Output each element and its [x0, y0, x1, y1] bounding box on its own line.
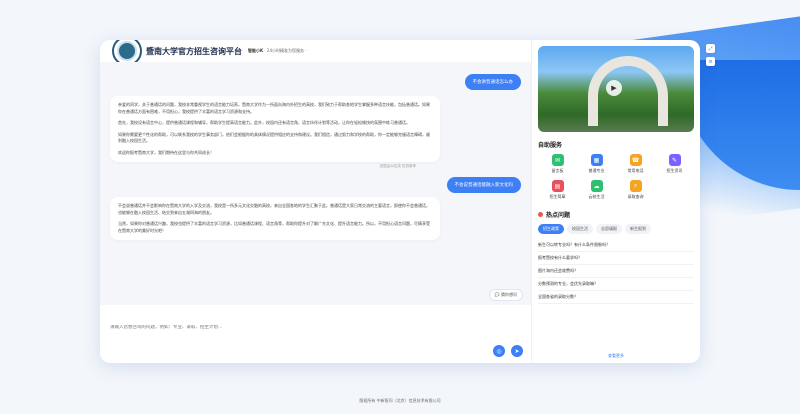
question-list: 新生可以转专业吗？有什么条件限制吗？ 报考暨校有什么要求吗？ 图片海内还会收费吗？分… [538, 239, 694, 304]
bot-message: 亲爱的同学，关于普通话的问题，我校非常重视学生的语言能力培养。暨南大学作为一所面… [110, 96, 440, 162]
chat-header: 暨南大学官方招生咨询平台 智能小K · 24小时精准为您服务 · [100, 40, 531, 66]
chat-icon: ◎ [496, 347, 502, 355]
chat-panel: 暨南大学官方招生咨询平台 智能小K · 24小时精准为您服务 · 不会讲普通话怎… [100, 40, 532, 363]
user-message: 不会讲普通话怎么办 [464, 74, 521, 90]
question-tab[interactable]: 招生政策 [538, 224, 564, 234]
voice-button[interactable]: ◎ [493, 345, 505, 357]
service-label: 留言板 [551, 168, 564, 173]
hot-question-item[interactable]: 全国各省的录取分数？ [538, 291, 694, 304]
service-label: 云校生活 [588, 194, 605, 199]
service-label: 录取查询 [627, 194, 644, 199]
question-tabs: 招生政策 校园生活 志愿填报 新生报到 [538, 224, 694, 234]
service-item[interactable]: ☎ 常用电话 [616, 154, 655, 174]
user-message: 不会说普通话能融入新文化吗 [446, 177, 521, 193]
bot-message: 不会说普通话并不会影响你在暨南大学的入学及交流，我校是一所多元文化交融的高校，来… [110, 197, 440, 240]
edge-buttons: ⤢ ≡ [706, 44, 715, 66]
hot-question-item[interactable]: 新生可以转专业吗？有什么条件限制吗？ [538, 239, 694, 252]
services-title: 自助服务 [538, 142, 563, 149]
more-link[interactable]: 查看更多 [532, 353, 700, 359]
service-item[interactable]: ▤ 招生简章 [538, 180, 577, 200]
hot-question-item[interactable]: 分数预测的专业，会优先录取嘛？ [538, 278, 694, 291]
service-item[interactable]: ⌕ 录取查询 [616, 180, 655, 200]
footer-copyright: 版权所有 中新智问（北京）信息技术有限公司 [359, 398, 441, 403]
campus-life-icon: ☁ [590, 180, 603, 192]
service-label: 普通专业 [588, 168, 605, 173]
app-window: 暨南大学官方招生咨询平台 智能小K · 24小时精准为您服务 · 不会讲普通话怎… [100, 40, 700, 363]
campus-video[interactable]: ▶ [538, 46, 694, 132]
hot-question-item[interactable]: 报考暨校有什么要求吗？ [538, 252, 694, 265]
send-icon: ➤ [514, 347, 520, 355]
service-label: 招生简章 [549, 194, 566, 199]
campus-gate-image [588, 56, 668, 126]
suggested-questions-button[interactable]: 💬 猜你想问 [488, 289, 523, 301]
phone-icon: ☎ [629, 154, 642, 166]
brochure-icon: ▤ [551, 180, 564, 192]
question-tab[interactable]: 新生报到 [625, 224, 651, 234]
service-item[interactable]: ▦ 普通专业 [577, 154, 616, 174]
send-button[interactable]: ➤ [511, 345, 523, 357]
question-tab[interactable]: 志愿填报 [596, 224, 622, 234]
admission-query-icon: ⌕ [629, 180, 642, 192]
question-tab[interactable]: 校园生活 [567, 224, 593, 234]
suggestion-icon: 💬 [494, 292, 500, 297]
page-subtitle: 智能小K · 24小时精准为您服务 · [248, 48, 307, 53]
input-area: ◎ ➤ [100, 305, 531, 363]
services-grid: ✉ 留言板 ▦ 普通专业 ☎ 常用电话 ✎ 招生资讯 ▤ 招生简章 ☁ 云校生活 ⌕ 录取查询 [538, 154, 694, 200]
page-title: 暨南大学官方招生咨询平台 [146, 46, 242, 56]
question-input[interactable] [110, 325, 521, 330]
fullscreen-icon[interactable]: ⤢ [706, 44, 715, 53]
service-item[interactable]: ✉ 留言板 [538, 154, 577, 174]
menu-icon[interactable]: ≡ [706, 57, 715, 66]
service-label: 常用电话 [627, 168, 644, 173]
service-item[interactable]: ✎ 招生资讯 [655, 154, 694, 174]
hot-question-item[interactable]: 图片海内还会收费吗？ [538, 265, 694, 278]
ai-disclaimer: 回答由AI生成 仅供参考 [380, 164, 417, 168]
service-label: 招生资讯 [666, 168, 683, 173]
play-icon[interactable]: ▶ [606, 80, 622, 96]
major-icon: ▦ [590, 154, 603, 166]
message-list[interactable]: 不会讲普通话怎么办 亲爱的同学，关于普通话的问题，我校非常重视学生的语言能力培养… [100, 62, 531, 305]
service-item[interactable]: ☁ 云校生活 [577, 180, 616, 200]
hot-questions-title: 热点问题 [538, 210, 694, 219]
news-icon: ✎ [668, 154, 681, 166]
message-board-icon: ✉ [551, 154, 564, 166]
hot-icon [538, 212, 543, 217]
side-panel: ▶ 自助服务 ✉ 留言板 ▦ 普通专业 ☎ 常用电话 ✎ 招生资讯 ▤ 招生简章 ☁ 云校生活 ⌕ 录取查… [532, 40, 700, 363]
